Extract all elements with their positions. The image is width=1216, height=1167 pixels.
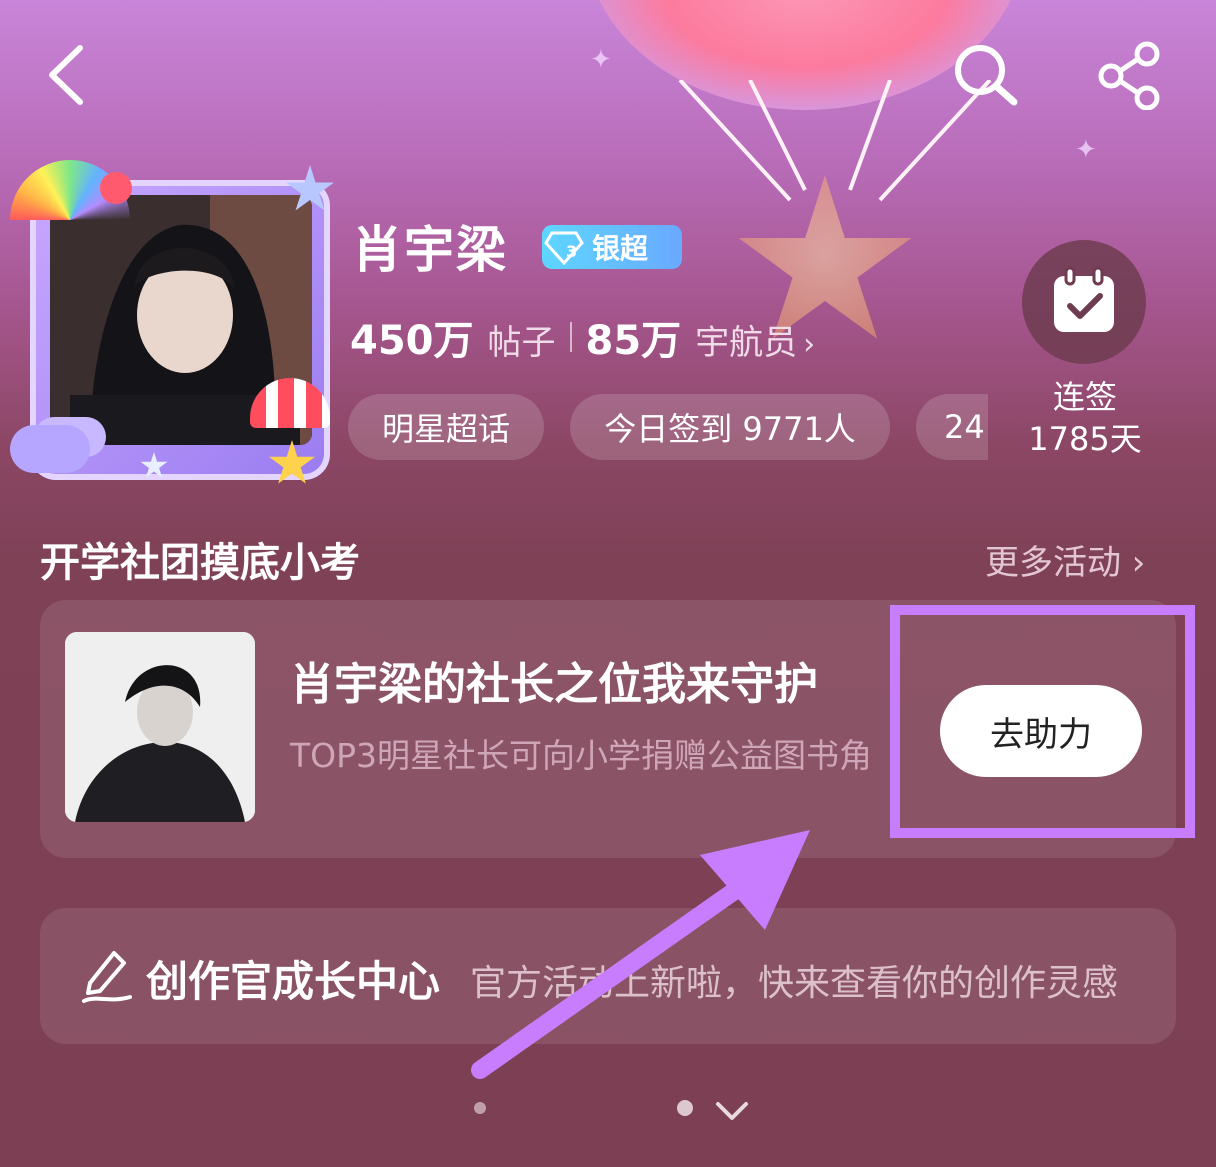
creator-center-title: 创作官成长中心 (146, 957, 441, 1006)
members-label: 宇航员 (695, 323, 798, 363)
diamond-icon: 3 (542, 225, 586, 269)
posts-label: 帖子 (487, 323, 556, 363)
checkin-label: 连签 (1052, 378, 1117, 416)
search-icon[interactable] (950, 40, 1020, 110)
page-title: 肖宇梁 (352, 221, 508, 279)
divider (569, 322, 572, 352)
chevron-down-icon[interactable] (712, 1096, 752, 1126)
activity-thumbnail (65, 632, 255, 822)
checkin-streak: 连签 1785天 (1010, 376, 1160, 460)
activity-description: TOP3明星社长可向小学捐赠公益图书角 (290, 736, 873, 775)
status-badge[interactable]: 3 银超 (542, 225, 682, 269)
cloud-decoration (10, 425, 90, 473)
more-activities-link[interactable]: 更多活动 › (985, 535, 1145, 584)
members-count: 85万 (585, 318, 682, 364)
calendar-check-icon (1054, 266, 1114, 332)
back-icon[interactable] (40, 40, 100, 110)
sparkle-icon: ✦ (1075, 135, 1097, 165)
chevron-right-icon: › (803, 327, 816, 362)
posts-count: 450万 (350, 318, 474, 364)
checkin-button[interactable] (1022, 240, 1146, 364)
pager-indicator (474, 1100, 693, 1116)
stats-row[interactable]: 450万 帖子 85万 宇航员 › (350, 308, 815, 366)
annotation-highlight-box (890, 605, 1195, 838)
annotation-arrow (471, 830, 810, 1079)
chip-checkin-count[interactable]: 今日签到 9771人 (570, 394, 890, 460)
checkin-days: 1785天 (1028, 420, 1142, 458)
activity-title: 肖宇梁的社长之位我来守护 (290, 659, 818, 710)
pen-icon (82, 951, 132, 1003)
share-icon[interactable] (1095, 40, 1165, 110)
sparkle-icon: ✦ (590, 45, 612, 75)
badge-label: 银超 (592, 232, 649, 265)
chip-rank[interactable]: 24 (916, 394, 988, 460)
svg-text:3: 3 (566, 242, 577, 261)
chip-star-topic[interactable]: 明星超话 (348, 394, 544, 460)
section-title: 开学社团摸底小考 (40, 540, 360, 586)
heart-decoration (100, 172, 132, 204)
